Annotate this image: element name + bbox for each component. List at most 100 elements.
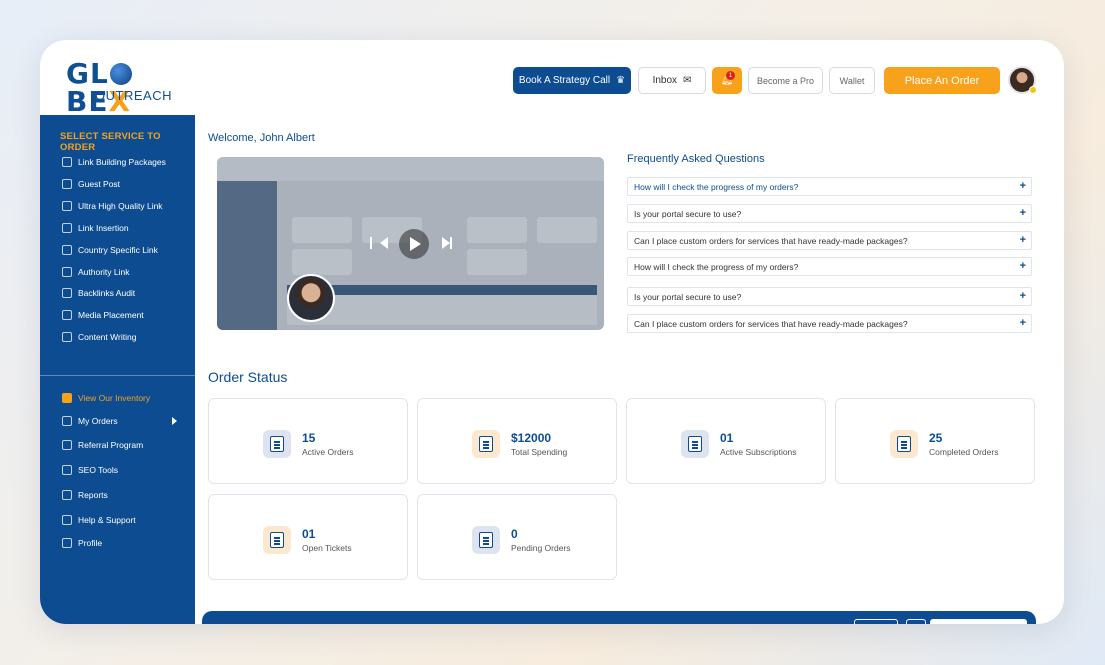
recent-orders-search-input[interactable] <box>930 619 1027 624</box>
sidebar-item-label: Media Placement <box>78 310 144 320</box>
globex-logo[interactable]: GLBEX OUTREACH <box>66 60 186 116</box>
recent-orders-header <box>202 611 1036 624</box>
sidebar-item-label: Authority Link <box>78 267 130 277</box>
sidebar-item-label: Help & Support <box>78 515 136 525</box>
stat-value: 15 <box>302 431 316 445</box>
plus-icon: + <box>1019 260 1026 272</box>
sidebar-item-label: Link Building Packages <box>78 157 166 167</box>
link-icon <box>62 201 72 211</box>
stat-card-total-spending[interactable]: $12000 Total Spending <box>417 398 617 484</box>
faq-item[interactable]: Is your portal secure to use? + <box>627 204 1032 223</box>
skip-back-icon[interactable] <box>370 237 388 249</box>
stat-label: Total Spending <box>511 447 568 457</box>
sidebar-item-backlinks-audit[interactable]: Backlinks Audit <box>62 286 135 300</box>
sidebar-item-label: SEO Tools <box>78 465 119 475</box>
notifications-button[interactable]: 🔔︎ 1 <box>712 67 742 94</box>
stat-card-pending-orders[interactable]: 0 Pending Orders <box>417 494 617 580</box>
stat-label: Active Orders <box>302 447 354 457</box>
sidebar-item-media-placement[interactable]: Media Placement <box>62 308 144 322</box>
sidebar-item-label: Country Specific Link <box>78 245 158 255</box>
sidebar-item-my-orders[interactable]: My Orders <box>62 414 118 428</box>
stat-value: 25 <box>929 431 943 445</box>
faq-item[interactable]: How will I check the progress of my orde… <box>627 177 1032 196</box>
tutorial-video-player[interactable] <box>217 157 604 330</box>
tools-icon <box>62 465 72 475</box>
sidebar-item-authority-link[interactable]: Authority Link <box>62 265 130 279</box>
package-icon <box>62 157 72 167</box>
sidebar-item-profile[interactable]: Profile <box>62 536 102 550</box>
post-icon <box>62 179 72 189</box>
faq-question: Can I place custom orders for services t… <box>634 235 908 246</box>
skip-forward-icon[interactable] <box>442 237 452 249</box>
play-icon[interactable] <box>399 229 429 259</box>
recent-orders-icon-button[interactable] <box>906 619 926 624</box>
book-strategy-call-button[interactable]: Book A Strategy Call ♛ <box>513 67 631 94</box>
sidebar-item-guest-post[interactable]: Guest Post <box>62 177 120 191</box>
sidebar-item-label: Guest Post <box>78 179 121 189</box>
stat-label: Completed Orders <box>929 447 999 457</box>
stat-label: Pending Orders <box>511 543 571 553</box>
plus-icon: + <box>1019 207 1026 219</box>
wallet-button[interactable]: Wallet <box>829 67 875 94</box>
inbox-label: Inbox <box>652 75 678 86</box>
sidebar-item-view-inventory[interactable]: View Our Inventory <box>62 391 150 405</box>
faq-item[interactable]: Can I place custom orders for services t… <box>627 231 1032 250</box>
stat-card-open-tickets[interactable]: 01 Open Tickets <box>208 494 408 580</box>
logo-subtitle: OUTREACH <box>95 88 172 103</box>
inventory-icon <box>62 393 72 403</box>
faq-question: Is your portal secure to use? <box>634 291 742 302</box>
sidebar-item-help-support[interactable]: Help & Support <box>62 513 136 527</box>
help-icon <box>62 515 72 525</box>
authority-icon <box>62 267 72 277</box>
stat-label: Open Tickets <box>302 543 352 553</box>
document-icon <box>890 430 918 458</box>
sidebar-item-label: Backlinks Audit <box>78 288 136 298</box>
sidebar-item-ultra-high-quality-link[interactable]: Ultra High Quality Link <box>62 199 163 213</box>
stat-card-completed-orders[interactable]: 25 Completed Orders <box>835 398 1035 484</box>
crown-icon: ♛ <box>616 75 626 86</box>
sidebar-item-label: View Our Inventory <box>78 393 151 403</box>
plus-icon: + <box>1019 234 1026 246</box>
audit-icon <box>62 288 72 298</box>
sidebar-item-link-insertion[interactable]: Link Insertion <box>62 221 129 235</box>
order-status-title: Order Status <box>208 369 288 385</box>
plus-icon: + <box>1019 290 1026 302</box>
inbox-button[interactable]: Inbox ✉ <box>638 67 706 94</box>
faq-question: Is your portal secure to use? <box>634 208 742 219</box>
sidebar-item-reports[interactable]: Reports <box>62 488 108 502</box>
sidebar-item-content-writing[interactable]: Content Writing <box>62 330 136 344</box>
stat-card-active-orders[interactable]: 15 Active Orders <box>208 398 408 484</box>
sidebar-item-seo-tools[interactable]: SEO Tools <box>62 463 118 477</box>
wallet-label: Wallet <box>839 75 865 86</box>
faq-item[interactable]: How will I check the progress of my orde… <box>627 257 1032 276</box>
place-order-label: Place An Order <box>904 74 980 87</box>
stat-card-active-subscriptions[interactable]: 01 Active Subscriptions <box>626 398 826 484</box>
sidebar-item-link-building-packages[interactable]: Link Building Packages <box>62 155 166 169</box>
faq-item[interactable]: Can I place custom orders for services t… <box>627 314 1032 333</box>
faq-item[interactable]: Is your portal secure to use? + <box>627 287 1032 306</box>
faq-question: How will I check the progress of my orde… <box>634 181 799 192</box>
sidebar-item-label: Reports <box>78 490 108 500</box>
sidebar-title: SELECT SERVICE TO ORDER <box>60 131 161 153</box>
document-icon <box>263 430 291 458</box>
notification-badge: 1 <box>726 71 735 80</box>
sidebar-divider <box>40 375 195 376</box>
plus-icon: + <box>1019 317 1026 329</box>
place-order-button[interactable]: Place An Order <box>884 67 1000 94</box>
media-icon <box>62 310 72 320</box>
sidebar-item-country-specific-link[interactable]: Country Specific Link <box>62 243 158 257</box>
orders-icon <box>62 416 72 426</box>
link-insert-icon <box>62 223 72 233</box>
faq-title: Frequently Asked Questions <box>627 153 765 165</box>
chevron-right-icon[interactable] <box>172 417 177 425</box>
recent-orders-filter-button[interactable] <box>854 619 898 624</box>
user-avatar[interactable] <box>1008 66 1037 94</box>
welcome-message: Welcome, John Albert <box>208 132 315 144</box>
become-pro-button[interactable]: Become a Pro <box>748 67 823 94</box>
sidebar-item-label: Profile <box>78 538 103 548</box>
sidebar-item-label: My Orders <box>78 416 118 426</box>
sidebar-item-referral-program[interactable]: Referral Program <box>62 438 143 452</box>
sidebar: SELECT SERVICE TO ORDER Link Building Pa… <box>40 115 195 624</box>
sidebar-item-label: Content Writing <box>78 332 137 342</box>
book-call-label: Book A Strategy Call <box>518 75 611 86</box>
